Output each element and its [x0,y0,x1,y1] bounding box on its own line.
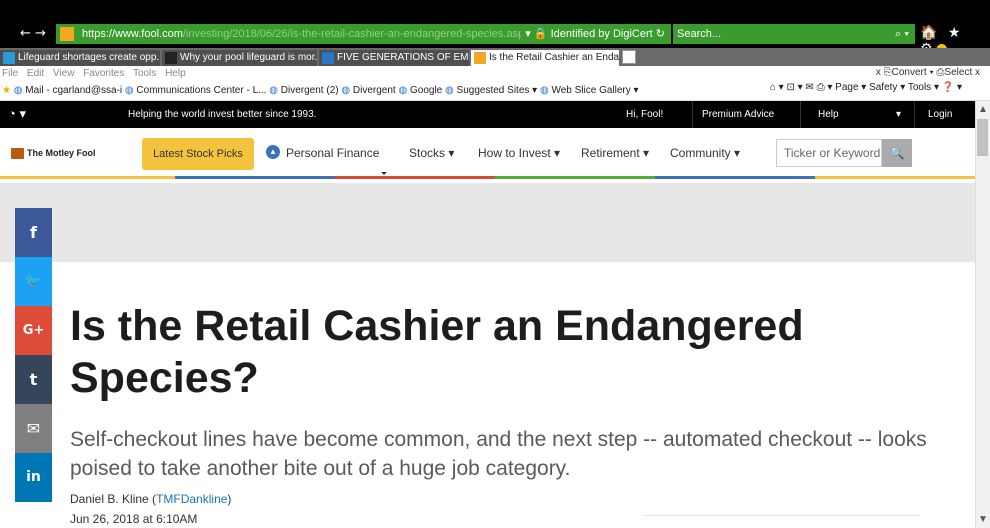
googleplus-share-button[interactable]: G+ [15,306,52,355]
divider [914,101,915,128]
accent-line-yellow [0,176,175,179]
nav-personal-finance[interactable]: Personal Finance [286,146,379,160]
menu-edit[interactable]: Edit [27,68,44,79]
ticker-search-input[interactable]: Ticker or Keyword [776,139,882,167]
search-icon[interactable]: ⌕ ▾ [895,24,909,44]
author-twitter-link[interactable]: TMFDankline [156,492,227,506]
accent-line-yellow-2 [815,176,975,179]
fav-divergent[interactable]: Divergent [353,85,396,96]
jester-logo-icon [11,148,24,160]
latest-stock-picks-button[interactable]: Latest Stock Picks [142,138,254,170]
back-forward-icons[interactable]: ← → [20,26,46,41]
ad-banner-area [0,183,975,262]
accent-line-blue [175,176,335,179]
accent-line-green [495,176,655,179]
login-link[interactable]: Login [928,109,952,120]
favorites-star-icon[interactable]: ★ [2,85,11,96]
fav-communications[interactable]: Communications Center - L... [136,85,266,96]
tab-favicon-icon [474,52,486,64]
ie-icon: ◍ [445,85,454,96]
tab-label: Is the Retail Cashier an Endan... × [489,52,619,63]
divider [692,101,693,128]
menu-file[interactable]: File [2,68,18,79]
article-headline: Is the Retail Cashier an Endangered Spec… [70,302,804,402]
nav-stocks[interactable]: Stocks ▾ [409,146,454,160]
tab-favicon-icon [165,52,177,64]
nav-retirement[interactable]: Retirement ▾ [581,146,649,160]
site-tagline: Helping the world invest better since 19… [128,109,317,120]
scrollbar-thumb[interactable] [977,119,988,156]
site-menu-icon[interactable]: ◔ ▾ [8,106,26,122]
new-tab-button[interactable] [622,50,636,64]
tab-label: Why your pool lifeguard is mor... [180,52,317,63]
site-top-bar: ◔ ▾ Helping the world invest better sinc… [0,101,975,128]
premium-advice-link[interactable]: Premium Advice [702,109,774,120]
tab-favicon-icon [3,52,15,64]
help-dropdown-icon[interactable]: ▾ [896,109,901,120]
divider [800,101,801,128]
fav-google[interactable]: Google [410,85,442,96]
convert-toolbar[interactable]: x ⎘Convert ▾ ⎙Select x [876,67,980,78]
menu-bar: File Edit View Favorites Tools Help [0,66,990,81]
ie-icon: ◍ [398,85,408,96]
fav-web-slice[interactable]: Web Slice Gallery ▾ [551,85,638,96]
email-share-button[interactable]: ✉ [15,404,52,453]
command-bar[interactable]: ⌂ ▾ ⊡ ▾ ✉ ⎙ ▾ Page ▾ Safety ▾ Tools ▾ ❓ … [770,82,962,93]
tab-pool-lifeguard[interactable]: Why your pool lifeguard is mor... [162,50,317,66]
ie-icon: ◍ [539,85,549,96]
personal-finance-icon: ▲ [266,145,280,159]
tab-five-generations[interactable]: FIVE GENERATIONS OF EMPLO... [319,50,469,66]
url-path: /investing/2018/06/26/is-the-retail-cash… [182,28,530,40]
author-name[interactable]: Daniel B. Kline [70,492,149,506]
greeting-link[interactable]: Hi, Fool! [626,109,663,120]
ie-icon: ◍ [13,85,23,96]
ie-icon: ◍ [269,85,278,96]
accent-line-red [335,176,495,179]
nav-how-to-invest[interactable]: How to Invest ▾ [478,146,560,160]
tab-retail-cashier[interactable]: Is the Retail Cashier an Endan... × [471,50,619,66]
tab-label: FIVE GENERATIONS OF EMPLO... [337,52,469,63]
accent-line-blue-2 [655,176,815,179]
article-subhead: Self-checkout lines have become common, … [70,428,927,480]
menu-favorites[interactable]: Favorites [83,68,124,79]
tab-label: Lifeguard shortages create opp... [18,52,160,63]
help-link[interactable]: Help [818,109,839,120]
nav-community[interactable]: Community ▾ [670,146,740,160]
divider [645,515,920,516]
facebook-share-button[interactable]: f [15,208,52,257]
twitter-share-button[interactable]: 🐦 [15,257,52,306]
motley-fool-logo[interactable]: The Motley Fool [11,148,96,160]
security-identity[interactable]: ▾ 🔒 Identified by DigiCert ↻ [521,24,665,44]
search-placeholder: Search... [677,28,722,40]
fav-mail[interactable]: Mail - cgarland@ssa-i [25,85,122,96]
address-bar[interactable]: https://www.fool.com/investing/2018/06/2… [56,24,671,44]
url-host: https://www.fool.com [82,28,183,40]
tumblr-share-button[interactable]: t [15,355,52,404]
page-scrollbar[interactable] [975,101,990,528]
ie-icon: ◍ [341,85,351,96]
ie-icon: ◍ [124,85,134,96]
menu-tools[interactable]: Tools [133,68,156,79]
linkedin-share-button[interactable]: in [15,453,52,502]
menu-view[interactable]: View [53,68,75,79]
tab-favicon-icon [322,52,334,64]
logo-text: The Motley Fool [27,148,96,158]
fav-divergent-2[interactable]: Divergent (2) [281,85,339,96]
author-line: Daniel B. Kline (TMFDankline) [70,492,232,506]
browser-search-input[interactable]: Search... ⌕ ▾ [673,24,915,44]
menu-help[interactable]: Help [165,68,186,79]
search-icon[interactable]: 🔍 [882,139,912,167]
nav-caret-icon [381,172,387,175]
scroll-up-icon[interactable]: ▲ [976,104,990,115]
window-titlebar [0,0,990,18]
site-favicon-icon [60,27,74,41]
fav-suggested-sites[interactable]: Suggested Sites ▾ [457,85,538,96]
tab-lifeguard-shortages[interactable]: Lifeguard shortages create opp... [0,50,160,66]
publish-date: Jun 26, 2018 at 6:10AM [70,512,198,526]
scroll-down-icon[interactable]: ▼ [976,514,990,525]
